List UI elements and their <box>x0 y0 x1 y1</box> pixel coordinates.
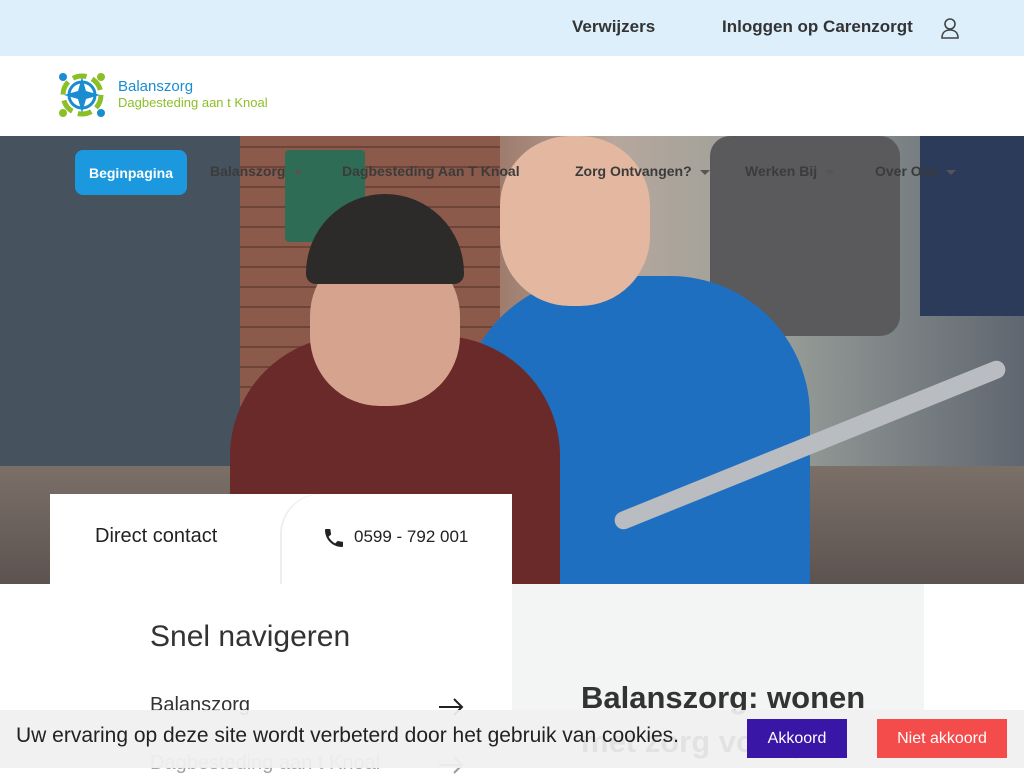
brand-name: Balanszorg <box>118 78 194 95</box>
brand-tagline: Dagbesteding aan t Knoal <box>118 95 268 110</box>
main-nav: Beginpagina Balanszorg Dagbesteding Aan … <box>0 150 1024 195</box>
direct-contact-tab[interactable]: Direct contact <box>50 494 280 584</box>
phone-link[interactable]: 0599 - 792 001 <box>282 494 512 584</box>
quick-nav-title: Snel navigeren <box>150 620 351 653</box>
nav-dagbesteding[interactable]: Dagbesteding Aan T Knoal <box>342 163 520 179</box>
chevron-down-icon <box>946 169 957 175</box>
cookie-accept-button[interactable]: Akkoord <box>747 719 847 758</box>
user-icon[interactable] <box>940 17 960 39</box>
nav-balanszorg[interactable]: Balanszorg <box>210 163 304 179</box>
cookie-message: Uw ervaring op deze site wordt verbeterd… <box>16 724 680 747</box>
cookie-banner: Uw ervaring op deze site wordt verbeterd… <box>0 710 1024 768</box>
balanszorg-logo[interactable] <box>54 69 110 121</box>
verwijzers-link[interactable]: Verwijzers <box>572 17 655 37</box>
chevron-down-icon <box>825 169 836 175</box>
nav-werken-bij[interactable]: Werken Bij <box>745 163 836 179</box>
nav-zorg-ontvangen[interactable]: Zorg Ontvangen? <box>575 163 710 179</box>
nav-beginpagina[interactable]: Beginpagina <box>75 150 187 195</box>
login-carenzorgt-link[interactable]: Inloggen op Carenzorgt <box>722 17 913 37</box>
chevron-down-icon <box>699 169 710 175</box>
site-header: Balanszorg Dagbesteding aan t Knoal <box>0 56 1024 136</box>
cookie-decline-button[interactable]: Niet akkoord <box>877 719 1007 758</box>
phone-number: 0599 - 792 001 <box>354 527 469 546</box>
nav-over-ons[interactable]: Over Ons <box>875 163 957 179</box>
direct-contact-label: Direct contact <box>95 525 218 547</box>
chevron-down-icon <box>293 169 304 175</box>
contact-bar: Direct contact 0599 - 792 001 <box>50 494 512 584</box>
phone-icon <box>325 529 343 547</box>
top-bar: Verwijzers Inloggen op Carenzorgt <box>0 0 1024 56</box>
